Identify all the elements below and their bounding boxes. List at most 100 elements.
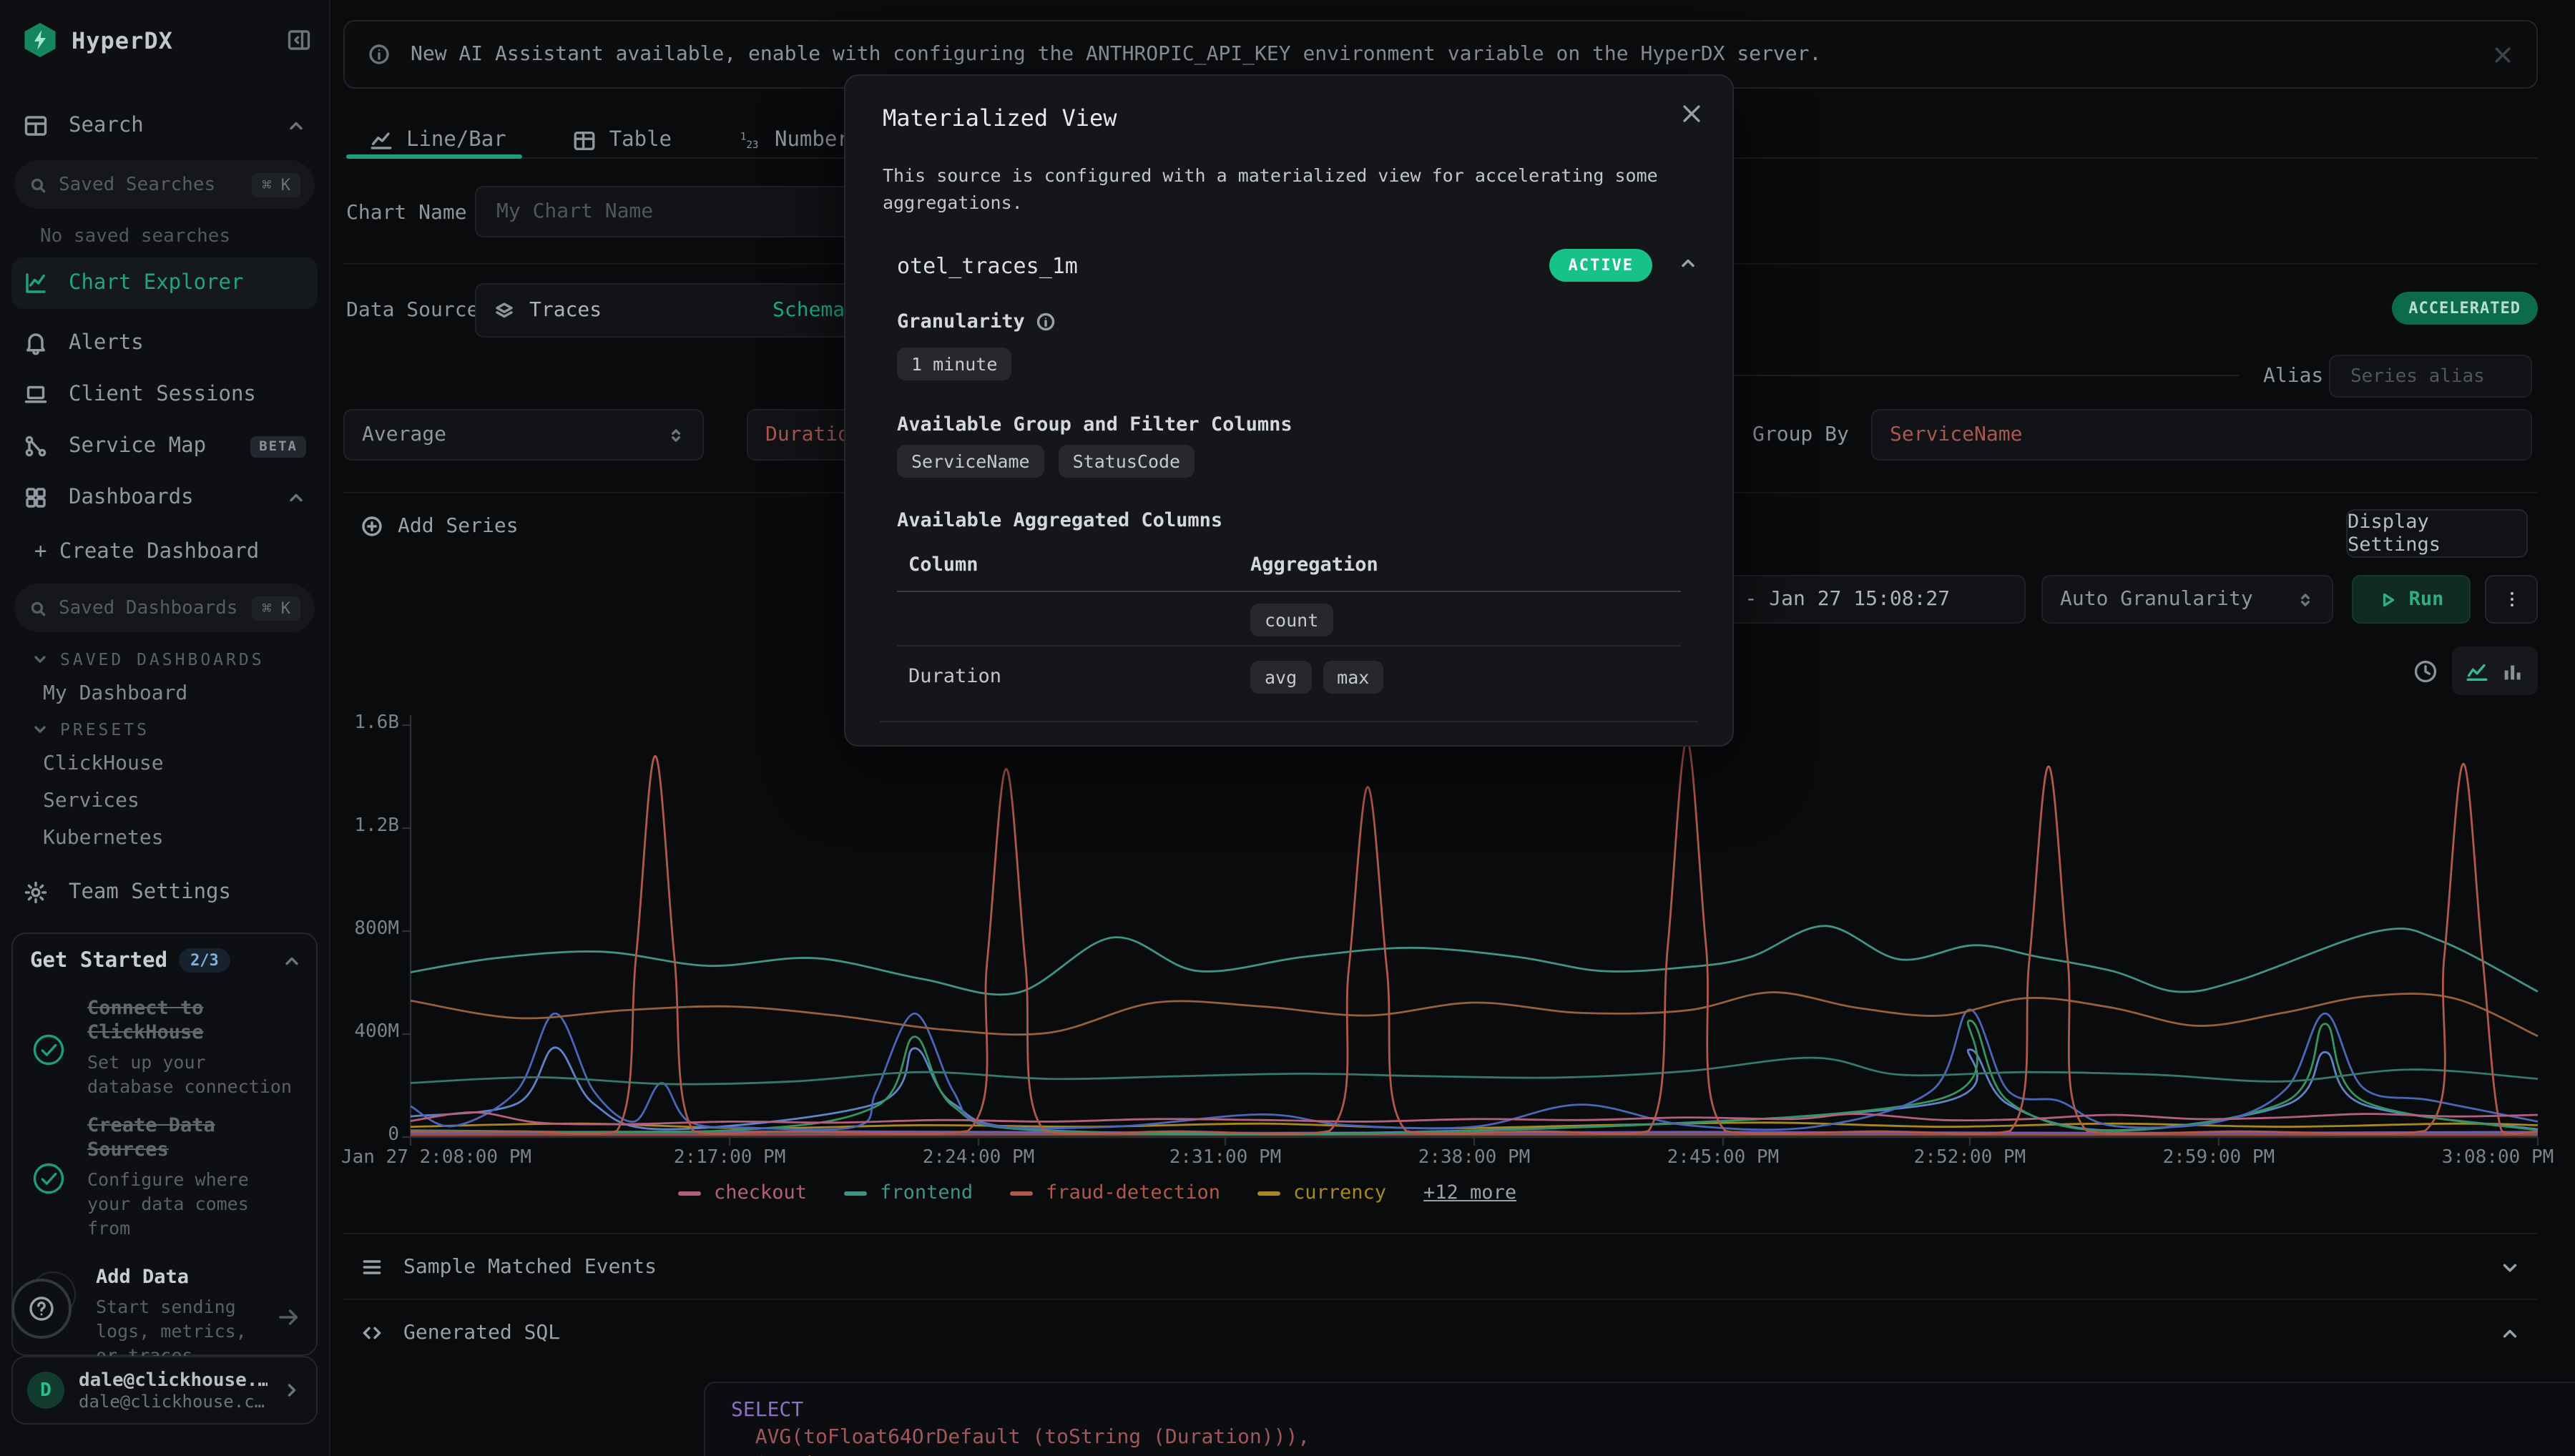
search-section-icon bbox=[23, 113, 49, 139]
sidebar-item-dashboards[interactable]: Dashboards bbox=[11, 475, 318, 521]
sample-matched-events-accordion[interactable]: Sample Matched Events bbox=[343, 1236, 2538, 1299]
sidebar-item-chart-explorer[interactable]: Chart Explorer bbox=[11, 257, 318, 309]
sidebar-item-team-settings[interactable]: Team Settings bbox=[11, 870, 318, 915]
granularity-select[interactable]: Auto Granularity bbox=[2041, 575, 2333, 624]
schema-link[interactable]: Schema bbox=[772, 299, 845, 322]
accordion-label: Generated SQL bbox=[403, 1322, 2479, 1344]
group-by-input[interactable]: ServiceName bbox=[1871, 409, 2532, 461]
sidebar-item-services[interactable]: Services bbox=[43, 790, 139, 812]
clock-icon[interactable] bbox=[2412, 658, 2439, 685]
run-label: Run bbox=[2409, 588, 2444, 611]
saved-dashboards-placeholder: Saved Dashboards bbox=[59, 597, 240, 619]
line-chart-toggle-icon[interactable] bbox=[2464, 659, 2488, 683]
legend-label: fraud-detection bbox=[1046, 1181, 1220, 1204]
more-options-button[interactable] bbox=[2485, 575, 2538, 624]
legend-label: checkout bbox=[714, 1181, 807, 1204]
aggregation-select[interactable]: Average bbox=[343, 409, 704, 461]
saved-dashboards-header[interactable]: SAVED DASHBOARDS bbox=[31, 649, 265, 669]
legend-item-checkout[interactable]: checkout bbox=[678, 1181, 807, 1204]
chart-style-toggle bbox=[2452, 646, 2538, 695]
plus-circle-icon bbox=[360, 515, 383, 538]
kebab-icon bbox=[2501, 589, 2521, 609]
layers-icon bbox=[494, 300, 515, 321]
tab-table[interactable]: Table bbox=[572, 128, 672, 152]
screen: HyperDX Search Saved Searches ⌘ K No sav… bbox=[0, 0, 2575, 1456]
filter-column-chip: StatusCode bbox=[1059, 445, 1195, 478]
alias-input[interactable] bbox=[2348, 364, 2513, 388]
sidebar-item-service-map[interactable]: Service Map BETA bbox=[11, 423, 318, 469]
tab-number[interactable]: 123 Number bbox=[737, 128, 850, 152]
service-map-icon bbox=[23, 433, 49, 459]
group-by-value: ServiceName bbox=[1890, 423, 2022, 446]
active-tab-indicator bbox=[346, 154, 522, 159]
search-icon bbox=[29, 599, 47, 617]
divider bbox=[343, 1299, 2538, 1300]
help-button[interactable] bbox=[11, 1279, 72, 1339]
legend-label: frontend bbox=[880, 1181, 973, 1204]
user-name: dale@clickhouse.… bbox=[79, 1369, 268, 1391]
chevron-up-icon[interactable] bbox=[1678, 253, 1698, 273]
check-circle-icon bbox=[30, 1000, 67, 1098]
display-settings-button[interactable]: Display Settings bbox=[2346, 509, 2528, 558]
user-menu[interactable]: D dale@clickhouse.… dale@clickhouse.c… bbox=[11, 1356, 318, 1425]
task-desc: Set up your database connection bbox=[87, 1050, 302, 1098]
chevron-up-icon[interactable] bbox=[286, 488, 306, 508]
sidebar-item-search[interactable]: Search bbox=[11, 103, 318, 149]
sidebar-item-alerts[interactable]: Alerts bbox=[11, 320, 318, 366]
chart-explorer-icon bbox=[23, 270, 49, 296]
date-range-value: 7 - Jan 27 15:08:27 bbox=[1721, 588, 1950, 611]
select-chevrons-icon bbox=[2296, 590, 2315, 609]
section-label: SAVED DASHBOARDS bbox=[60, 649, 265, 669]
legend-item-frontend[interactable]: frontend bbox=[844, 1181, 973, 1204]
chevron-up-icon[interactable] bbox=[282, 950, 302, 970]
modal-close-icon[interactable] bbox=[1679, 102, 1704, 126]
sidebar-item-clickhouse[interactable]: ClickHouse bbox=[43, 752, 164, 775]
presets-header[interactable]: PRESETS bbox=[31, 719, 149, 739]
sidebar-item-my-dashboard[interactable]: My Dashboard bbox=[43, 682, 187, 705]
status-badge: ACTIVE bbox=[1550, 249, 1653, 282]
user-email: dale@clickhouse.c… bbox=[79, 1391, 268, 1411]
bar-chart-toggle-icon[interactable] bbox=[2501, 659, 2526, 683]
get-started-header[interactable]: Get Started 2/3 bbox=[30, 948, 302, 973]
chevron-down-icon[interactable] bbox=[2499, 1256, 2521, 1278]
group-filter-chips: ServiceNameStatusCode bbox=[897, 445, 1195, 478]
create-dashboard-button[interactable]: + Create Dashboard bbox=[34, 541, 259, 564]
chevron-right-icon bbox=[282, 1380, 302, 1400]
legend-item-currency[interactable]: currency bbox=[1257, 1181, 1386, 1204]
task-add-data[interactable]: 3 Add Data Start sending logs, metrics, … bbox=[30, 1266, 302, 1367]
banner-text: New AI Assistant available, enable with … bbox=[411, 43, 2472, 66]
table-header-divider bbox=[897, 591, 1681, 592]
legend-swatch bbox=[1010, 1191, 1033, 1195]
aggregation-chip: count bbox=[1250, 603, 1333, 636]
saved-searches-input[interactable]: Saved Searches ⌘ K bbox=[14, 160, 315, 209]
logo-row: HyperDX bbox=[23, 23, 312, 57]
agg-table-row: count bbox=[908, 599, 1681, 639]
where-row-divider bbox=[1731, 375, 2239, 376]
collapse-sidebar-icon[interactable] bbox=[286, 27, 312, 53]
tab-line-bar[interactable]: Line/Bar bbox=[369, 128, 506, 152]
close-icon[interactable] bbox=[2492, 44, 2513, 65]
gear-icon bbox=[23, 880, 49, 905]
run-button[interactable]: Run bbox=[2352, 575, 2471, 624]
saved-dashboards-input[interactable]: Saved Dashboards ⌘ K bbox=[14, 584, 315, 632]
generated-sql-accordion[interactable]: Generated SQL bbox=[343, 1302, 2538, 1364]
info-icon bbox=[368, 43, 391, 66]
x-tick-label: 2:59:00 PM bbox=[2163, 1147, 2275, 1169]
legend-label: currency bbox=[1293, 1181, 1386, 1204]
chevron-up-icon[interactable] bbox=[286, 116, 306, 136]
sidebar-item-client-sessions[interactable]: Client Sessions bbox=[11, 372, 318, 418]
agg-table-row: Durationavgmax bbox=[908, 656, 1681, 697]
legend-item-fraud-detection[interactable]: fraud-detection bbox=[1010, 1181, 1220, 1204]
aggregation-value: Average bbox=[362, 423, 446, 446]
add-series-button[interactable]: Add Series bbox=[360, 515, 519, 538]
sidebar-item-kubernetes[interactable]: Kubernetes bbox=[43, 827, 164, 850]
agg-column-name: Duration bbox=[908, 665, 1250, 688]
task-create-data-sources[interactable]: Create Data Sources Configure where your… bbox=[30, 1114, 302, 1240]
task-connect-clickhouse[interactable]: Connect to ClickHouse Set up your databa… bbox=[30, 997, 302, 1098]
legend-more-link[interactable]: +12 more bbox=[1423, 1181, 1516, 1204]
arrow-right-icon bbox=[276, 1304, 302, 1329]
chevron-up-icon[interactable] bbox=[2499, 1322, 2521, 1344]
legend-swatch bbox=[1257, 1191, 1280, 1195]
info-icon[interactable] bbox=[1036, 312, 1056, 332]
x-tick-label: 2:24:00 PM bbox=[923, 1147, 1035, 1169]
